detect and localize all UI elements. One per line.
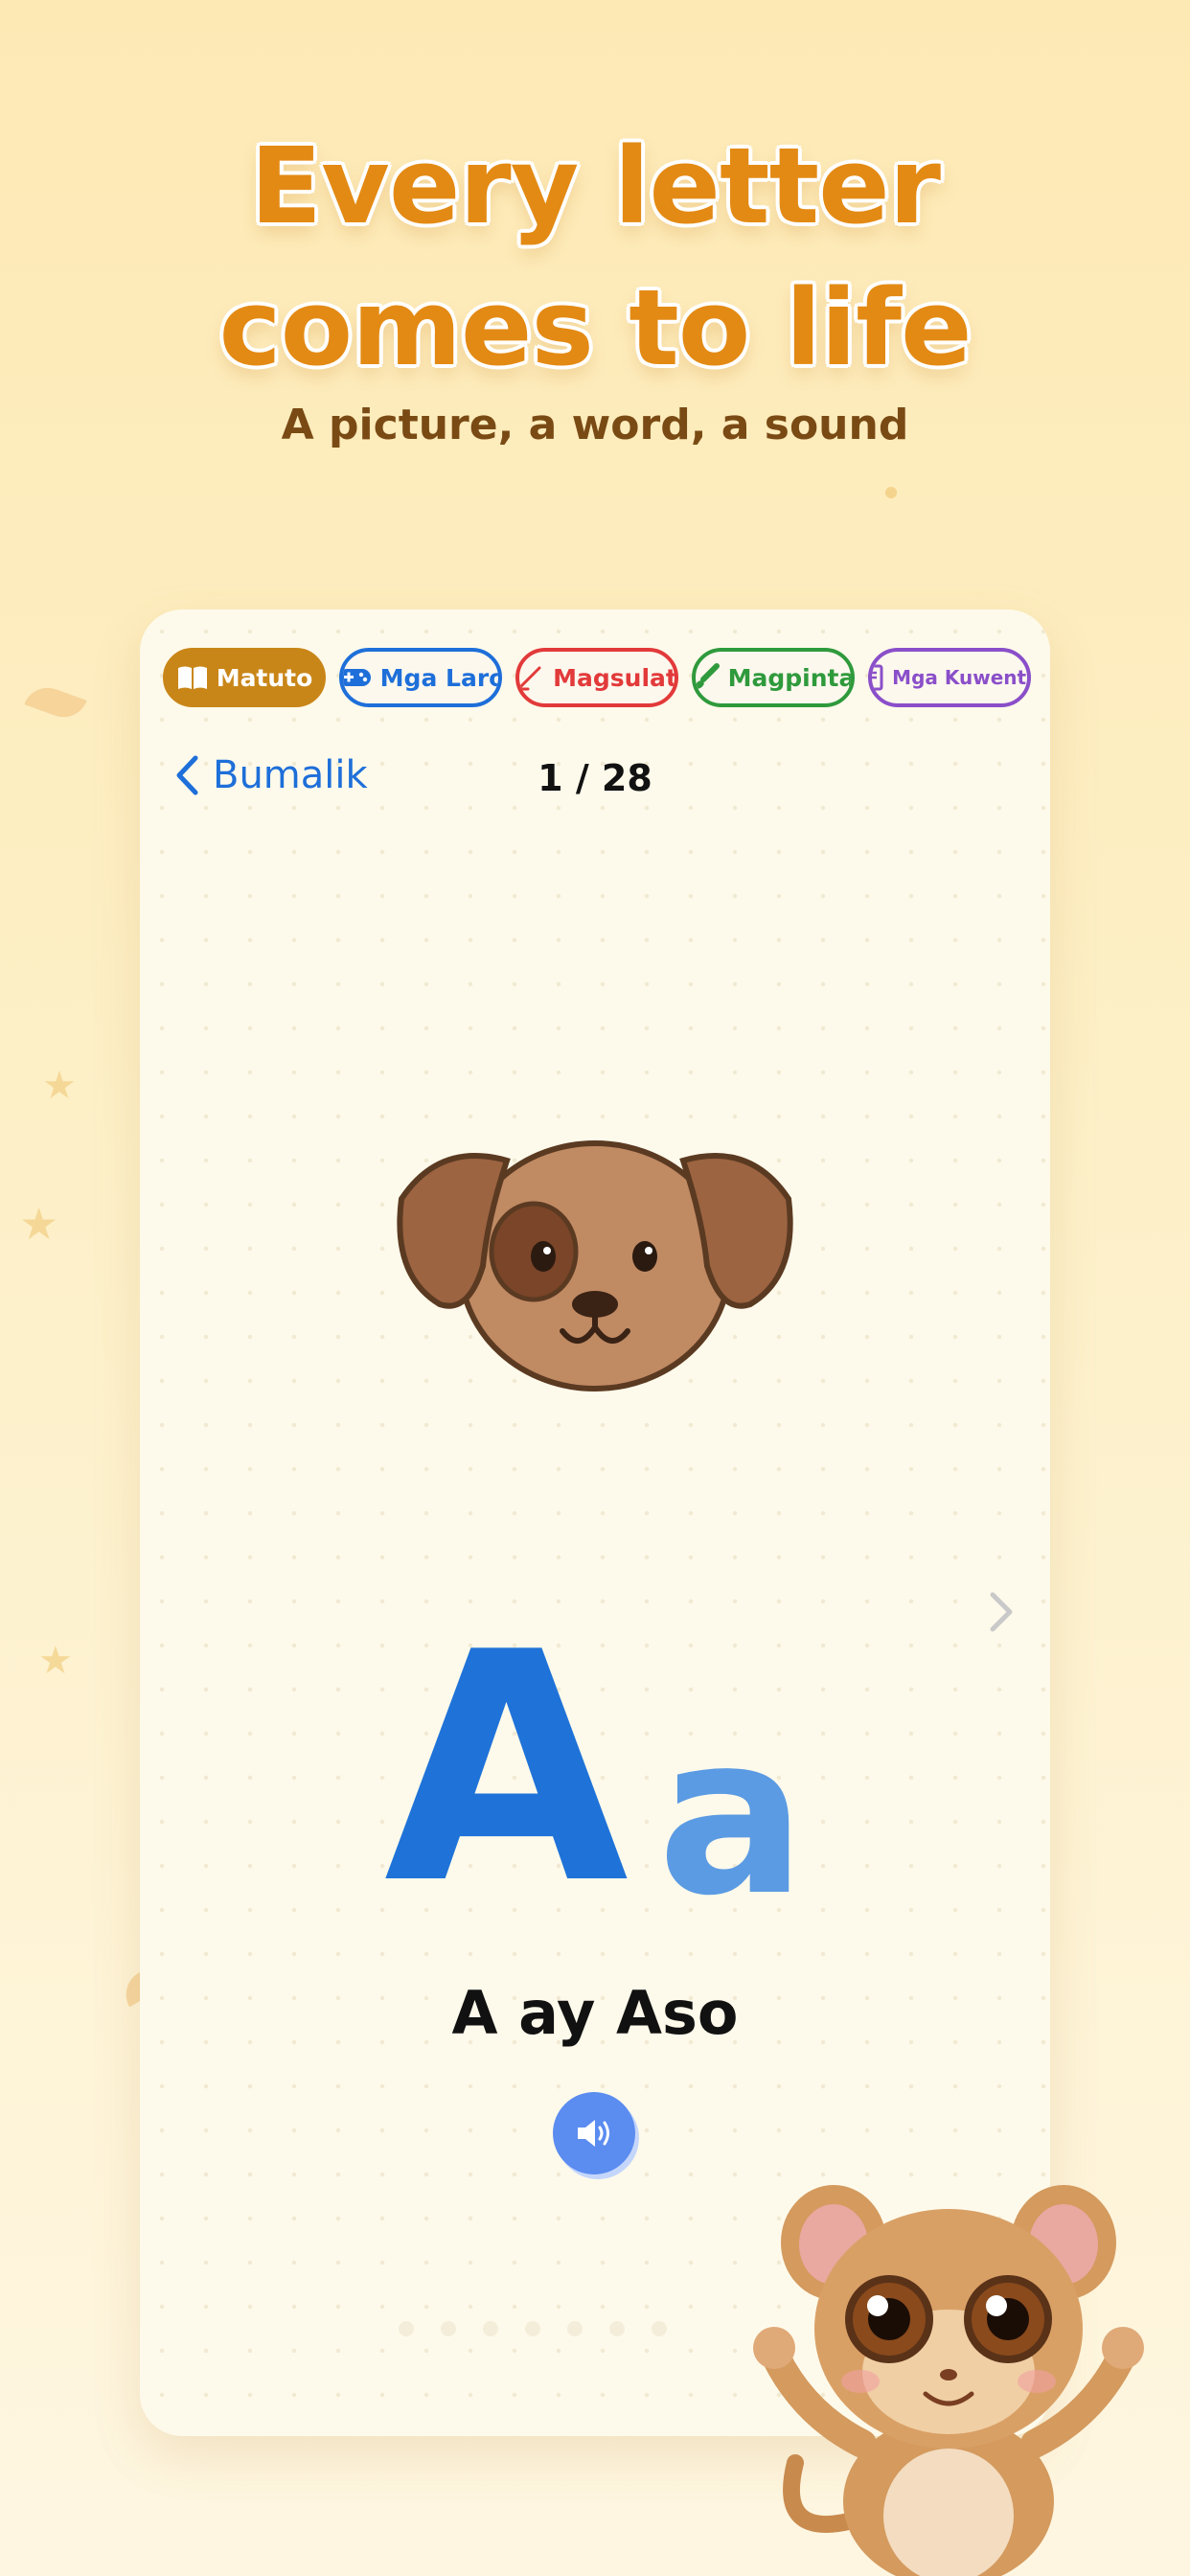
tab-bar: Matuto Mga Laro Magsulat Magpinta Mga Ku… [163,648,1031,713]
dog-face-icon [397,1140,793,1392]
speaker-icon [578,2120,609,2147]
decor-star-icon: ★ [42,1064,77,1108]
tab-matuto[interactable]: Matuto [163,648,326,707]
headline-line-2: comes to life [218,266,972,389]
book-icon [176,664,209,691]
play-sound-button[interactable] [553,2092,635,2174]
pencil-icon [519,664,545,691]
progress-dot [525,2321,540,2336]
progress-dot [483,2321,498,2336]
tab-mga-laro[interactable]: Mga Laro [339,648,502,707]
headline-line-1: Every letter [249,125,941,247]
decor-star-icon: ★ [38,1639,73,1683]
word-phrase: A ay Aso [451,1978,739,2048]
decor-star-icon: ★ [19,1198,59,1250]
letter-display: Aa [140,1611,1050,1927]
progress-dot [609,2321,625,2336]
progress-dot [567,2321,583,2336]
progress-dots [399,2321,667,2336]
gamepad-icon [343,665,373,690]
tab-magpinta[interactable]: Magpinta [692,648,855,707]
progress-dot [652,2321,667,2336]
tarsier-mascot [753,2185,1144,2576]
paintbrush-icon [696,663,721,692]
letter-uppercase: A [383,1585,629,1953]
tab-label: Mga Laro [379,663,502,692]
promo-headline: Every letter comes to life [0,115,1190,399]
app-screen-card: Matuto Mga Laro Magsulat Magpinta Mga Ku… [140,610,1050,2436]
letter-lowercase: a [657,1689,807,1944]
storybook-icon [872,663,884,692]
progress-dot [441,2321,456,2336]
tab-label: Magpinta [727,663,855,692]
tab-label: Matuto [216,663,313,692]
decor-leaf [24,680,87,724]
decor-dot [885,487,897,498]
tab-label: Mga Kuwento [892,666,1031,689]
tab-mga-kuwento[interactable]: Mga Kuwento [868,648,1031,707]
tab-magsulat[interactable]: Magsulat [515,648,678,707]
page-counter: 1 / 28 [538,757,652,799]
progress-dot [399,2321,414,2336]
promo-subheadline: A picture, a word, a sound [281,401,909,449]
tab-label: Magsulat [553,663,677,692]
